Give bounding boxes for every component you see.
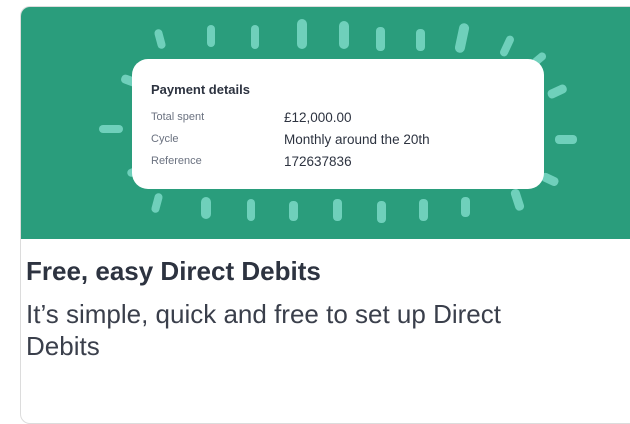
card-body: Free, easy Direct Debits It’s simple, qu… (26, 254, 586, 362)
hero-illustration: Payment details Total spent £12,000.00 C… (21, 7, 630, 239)
card-title: Free, easy Direct Debits (26, 256, 321, 286)
reference-row: Reference 172637836 (151, 150, 526, 172)
cycle-value: Monthly around the 20th (284, 131, 430, 147)
cycle-row: Cycle Monthly around the 20th (151, 128, 526, 150)
total-spent-row: Total spent £12,000.00 (151, 106, 526, 128)
payment-details-panel: Payment details Total spent £12,000.00 C… (132, 59, 544, 189)
reference-label: Reference (151, 155, 202, 167)
total-spent-value: £12,000.00 (284, 109, 352, 125)
payment-details-heading: Payment details (151, 82, 250, 97)
card-description: It’s simple, quick and free to set up Di… (26, 299, 501, 361)
total-spent-label: Total spent (151, 111, 205, 123)
reference-value: 172637836 (284, 153, 352, 169)
cycle-label: Cycle (151, 133, 179, 145)
